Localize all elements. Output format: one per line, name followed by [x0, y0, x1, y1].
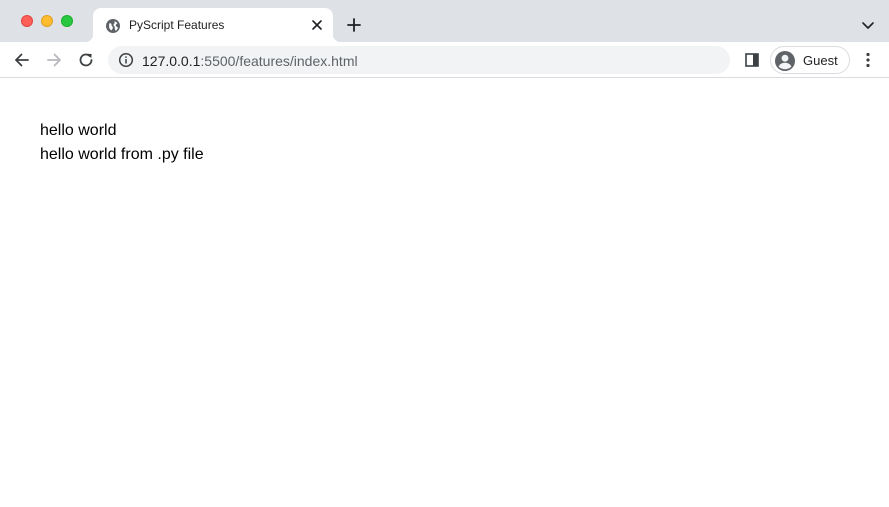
tab-strip: PyScript Features	[0, 0, 889, 42]
url-host: 127.0.0.1	[142, 53, 200, 69]
side-panel-icon[interactable]	[742, 50, 762, 70]
output-line: hello world from .py file	[40, 145, 204, 165]
info-icon[interactable]	[118, 52, 134, 68]
plus-icon[interactable]	[345, 16, 363, 34]
person-icon	[774, 50, 796, 72]
window-minimize-button[interactable]	[41, 15, 53, 27]
address-bar[interactable]: 127.0.0.1:5500/features/index.html	[108, 46, 730, 74]
url-path: :5500/features/index.html	[200, 53, 357, 69]
chevron-down-icon[interactable]	[860, 17, 876, 33]
url-text[interactable]: 127.0.0.1:5500/features/index.html	[142, 53, 358, 69]
profile-button[interactable]: Guest	[770, 46, 850, 74]
close-icon[interactable]	[309, 17, 325, 33]
more-vert-icon[interactable]	[858, 50, 878, 70]
arrow-left-icon[interactable]	[12, 50, 32, 70]
globe-icon	[105, 18, 121, 34]
arrow-right-icon[interactable]	[44, 50, 64, 70]
tab-pyscript-features[interactable]: PyScript Features	[93, 8, 333, 42]
profile-label: Guest	[803, 53, 838, 69]
page-content: hello world hello world from .py file	[0, 79, 889, 507]
window-close-button[interactable]	[21, 15, 33, 27]
reload-icon[interactable]	[76, 50, 96, 70]
browser-toolbar: 127.0.0.1:5500/features/index.html Guest	[0, 42, 889, 78]
tab-title: PyScript Features	[129, 17, 224, 33]
window-maximize-button[interactable]	[61, 15, 73, 27]
output-line: hello world	[40, 121, 116, 141]
